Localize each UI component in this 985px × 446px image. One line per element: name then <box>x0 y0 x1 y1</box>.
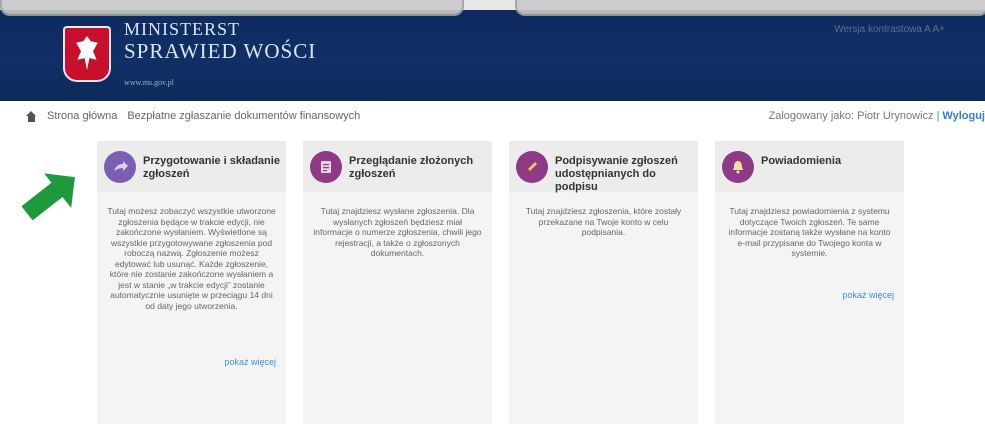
annotation-callout-left <box>0 0 464 16</box>
ministry-url: www.ms.gov.pl <box>124 78 174 87</box>
emblem-icon[interactable] <box>63 26 111 82</box>
card-description: Tutaj znajdziesz wysłane zgłoszenia. Dla… <box>313 206 482 258</box>
bell-icon <box>722 151 754 183</box>
breadcrumb-current: Bezpłatne zgłaszanie dokumentów finansow… <box>127 110 361 122</box>
card-header: Przygotowanie i składanie zgłoszeń <box>97 141 286 192</box>
breadcrumb-home[interactable]: Strona główna <box>47 110 117 122</box>
document-icon <box>310 151 342 183</box>
eagle-icon <box>76 36 98 70</box>
contrast-version-link[interactable]: Wersja kontrastowa A A+ <box>834 24 945 35</box>
show-more-link[interactable]: pokaż więcej <box>224 357 276 367</box>
card-notifications[interactable]: Powiadomienia Tutaj znajdziesz powiadomi… <box>715 141 904 424</box>
card-signing[interactable]: Podpisywanie zgłoszeń udostępnianych do … <box>509 141 698 424</box>
card-preparation[interactable]: Przygotowanie i składanie zgłoszeń Tutaj… <box>97 141 286 424</box>
card-header: Przeglądanie złożonych zgłoszeń <box>303 141 492 192</box>
card-description: Tutaj możesz zobaczyć wszystkie utworzon… <box>107 206 276 311</box>
card-description: Tutaj znajdziesz powiadomienia z systemu… <box>728 206 891 258</box>
ministry-title-line2: SPRAWIED WOŚCI <box>124 39 317 63</box>
arrow-icon <box>104 151 136 183</box>
login-info: Zalogowany jako: Piotr Urynowicz | Wyloguj <box>768 110 985 122</box>
card-header: Powiadomienia <box>715 141 904 192</box>
card-title[interactable]: Przeglądanie złożonych zgłoszeń <box>349 155 486 181</box>
ministry-title-line1: MINISTERST <box>124 19 241 39</box>
login-separator: | <box>936 110 940 122</box>
home-icon[interactable] <box>26 110 37 122</box>
logout-link[interactable]: Wyloguj <box>942 110 985 122</box>
breadcrumb: Strona główna Bezpłatne zgłaszanie dokum… <box>26 110 360 122</box>
card-header: Podpisywanie zgłoszeń udostępnianych do … <box>509 141 698 194</box>
card-description: Tutaj znajdziesz zgłoszenia, które zosta… <box>525 206 682 237</box>
annotation-callout-right <box>515 0 985 16</box>
pen-icon <box>516 151 548 183</box>
annotation-arrow-icon <box>21 173 75 220</box>
login-label: Zalogowany jako: Piotr Urynowicz <box>768 110 934 122</box>
ministry-title[interactable]: MINISTERST SPRAWIED WOŚCI <box>124 18 316 62</box>
card-title[interactable]: Przygotowanie i składanie zgłoszeń <box>143 155 280 181</box>
card-submitted[interactable]: Przeglądanie złożonych zgłoszeń Tutaj zn… <box>303 141 492 424</box>
card-title[interactable]: Podpisywanie zgłoszeń udostępnianych do … <box>555 155 692 194</box>
show-more-link[interactable]: pokaż więcej <box>842 290 894 300</box>
card-title[interactable]: Powiadomienia <box>761 155 898 168</box>
